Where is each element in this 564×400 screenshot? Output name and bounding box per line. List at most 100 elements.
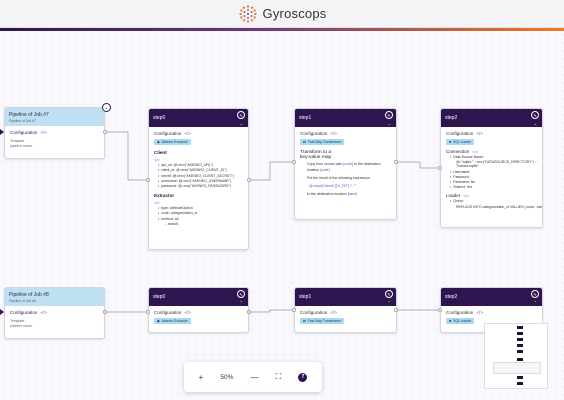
configuration-label: Configuration: [446, 131, 474, 136]
step-type-label: SQL Loader: [453, 319, 472, 323]
code-icon[interactable]: </>: [184, 131, 191, 136]
step-configuration[interactable]: Configuration </>: [446, 310, 537, 315]
help-button[interactable]: ?: [298, 372, 308, 382]
edit-step-icon[interactable]: ✎: [237, 290, 245, 298]
app-name: Gyroscops: [262, 6, 327, 21]
step-header: step2 ✎ ⌄: [441, 109, 542, 127]
code-icon[interactable]: </>: [40, 310, 47, 315]
edit-step-icon[interactable]: ✎: [531, 290, 539, 298]
transform-expression: @=input["labels"]["fr_FR"] ?: "": [309, 184, 357, 188]
step-type-badge: ◆ Akeneo Extractor: [154, 318, 191, 324]
step-configuration[interactable]: Configuration </>: [300, 131, 391, 136]
code-icon[interactable]: </>: [330, 310, 337, 315]
client-item: client_id: @=env("AKENEO_CLIENT_ID"): [161, 168, 243, 172]
client-item: secret: @=env("AKENEO_CLIENT_SECRET"): [161, 174, 243, 178]
minimap-viewport[interactable]: [493, 362, 541, 374]
code-icon[interactable]: </>: [476, 131, 483, 136]
output-handle[interactable]: [394, 308, 398, 312]
step-title: step0: [153, 294, 166, 300]
minimap[interactable]: [484, 323, 548, 389]
step-node-top-0[interactable]: step0 ✎ ⌄ Configuration </> ◆ Akeneo Extra…: [148, 108, 249, 250]
input-handle[interactable]: [292, 160, 296, 164]
transform-location-line: location [code]: [307, 168, 391, 172]
code-icon[interactable]: </>: [154, 200, 243, 205]
chevron-down-icon[interactable]: ⌄: [240, 121, 243, 126]
step-header: step1 ✎ ⌄: [295, 109, 396, 127]
destination-tag: [label]: [347, 192, 358, 196]
job-configuration[interactable]: Configuration </>: [10, 130, 99, 135]
configuration-label: Configuration: [10, 310, 38, 315]
job-configuration[interactable]: Configuration </>: [10, 310, 99, 315]
fit-view-button[interactable]: ⛶: [276, 372, 282, 382]
sql-icon: ■: [449, 319, 452, 323]
transform-text: Copy from source path: [307, 162, 343, 166]
edit-step-icon[interactable]: ✎: [385, 111, 393, 119]
job-title: Pipeline of Job #8: [9, 291, 49, 298]
step-node-top-1[interactable]: step1 ✎ ⌄ Configuration </> ⇄ Fast Map Tra…: [294, 108, 397, 220]
zoom-level: 50%: [220, 373, 234, 381]
job-node-8[interactable]: Pipeline of Job #8 Pipeline of Job #8 Co…: [4, 287, 105, 339]
app-logo[interactable]: Gyroscops: [238, 4, 327, 24]
minimap-node: [517, 350, 523, 353]
chevron-down-icon[interactable]: ⌄: [534, 121, 537, 126]
step-type-badge: ⇄ Fast Map Transformer: [300, 318, 345, 324]
extractor-section-title: Extractor: [154, 192, 175, 198]
input-handle[interactable]: [146, 310, 150, 314]
code-icon[interactable]: </>: [154, 157, 243, 162]
chevron-up-icon[interactable]: ⌃: [534, 300, 537, 305]
step-type-label: Akeneo Extractor: [161, 140, 188, 144]
client-item: api_url: @=env("AKENEO_URL"): [161, 163, 243, 167]
connection-item: Data Source Name:: [453, 155, 537, 159]
code-icon[interactable]: </>: [472, 149, 478, 154]
job-node-7[interactable]: Pipeline of Job #7 Pipeline of Job #7 Co…: [4, 107, 105, 159]
code-icon[interactable]: </>: [184, 310, 191, 315]
sql-icon: ■: [449, 140, 452, 144]
step-configuration[interactable]: Configuration </>: [446, 131, 537, 136]
client-section-title: Client: [154, 150, 167, 155]
loader-item: REPLACE INTO categorization_ct VALUES (:…: [456, 204, 543, 209]
edit-step-icon[interactable]: ✎: [385, 290, 393, 298]
chevron-up-icon[interactable]: ⌃: [240, 300, 243, 305]
akeneo-icon: ◆: [157, 319, 160, 323]
job-pipeline-name: pipeline name :: [10, 144, 34, 148]
transformer-icon: ⇄: [303, 140, 306, 144]
code-icon[interactable]: </>: [330, 131, 337, 136]
job-8-input-arrow-icon: [0, 309, 4, 315]
step-node-bottom-1[interactable]: step1 ✎ ⌃ Configuration </> ⇄ Fast Map Tra…: [294, 287, 397, 333]
destination-tag: [code]: [320, 168, 330, 172]
code-icon[interactable]: </>: [463, 193, 469, 198]
extractor-item: method: all: [161, 217, 243, 221]
step-type-badge: ■ SQL Loader: [446, 139, 475, 145]
step-type-label: Fast Map Transformer: [307, 140, 342, 144]
connection-item: Shared: Yes: [453, 185, 537, 189]
input-handle[interactable]: [438, 166, 442, 170]
code-icon[interactable]: </>: [40, 130, 47, 135]
step-node-top-2[interactable]: step2 ✎ ⌄ Configuration </> ■ SQL Loader C…: [440, 108, 543, 228]
output-handle[interactable]: [103, 130, 107, 134]
step-type-badge: ■ SQL Loader: [446, 318, 475, 324]
loader-item: Query:: [453, 199, 537, 203]
input-handle[interactable]: [292, 308, 296, 312]
edit-step-icon[interactable]: ✎: [237, 111, 245, 119]
output-handle[interactable]: [247, 178, 251, 182]
step-type-label: SQL Loader: [453, 140, 472, 144]
job-pipeline-name: pipeline name :: [10, 324, 34, 328]
configuration-label: Configuration: [300, 310, 328, 315]
step-type-label: Fast Map Transformer: [307, 319, 342, 323]
collapse-job-7-icon[interactable]: ⌄: [102, 103, 111, 112]
zoom-in-button[interactable]: +: [199, 373, 204, 382]
step-configuration[interactable]: Configuration </>: [154, 131, 243, 136]
step-configuration[interactable]: Configuration </>: [154, 310, 243, 315]
step-configuration[interactable]: Configuration </>: [300, 310, 391, 315]
chevron-down-icon[interactable]: ⌄: [388, 121, 391, 126]
output-handle[interactable]: [247, 310, 251, 314]
edit-step-icon[interactable]: ✎: [531, 111, 539, 119]
input-handle[interactable]: [146, 178, 150, 182]
chevron-up-icon[interactable]: ⌃: [388, 300, 391, 305]
output-handle[interactable]: [394, 160, 398, 164]
zoom-out-button[interactable]: —: [251, 373, 259, 382]
input-handle[interactable]: [438, 308, 442, 312]
code-icon[interactable]: </>: [476, 310, 483, 315]
step-node-bottom-0[interactable]: step0 ✎ ⌃ Configuration </> ◆ Akeneo Extra…: [148, 287, 249, 333]
output-handle[interactable]: [103, 310, 107, 314]
